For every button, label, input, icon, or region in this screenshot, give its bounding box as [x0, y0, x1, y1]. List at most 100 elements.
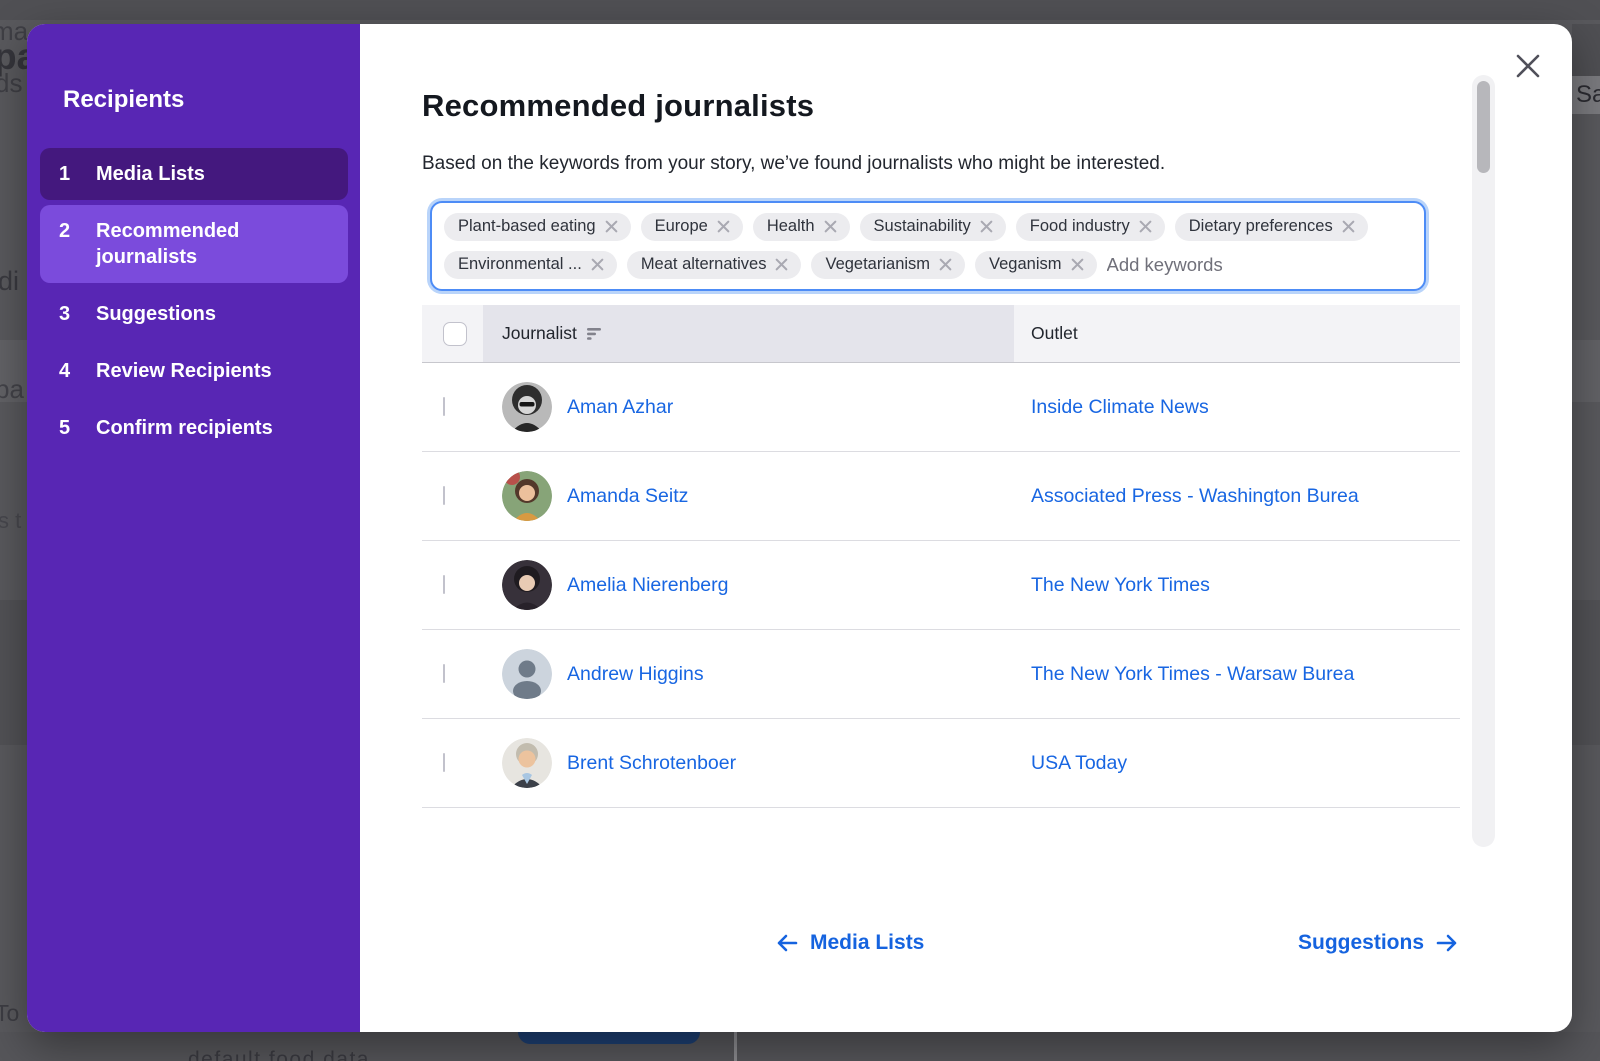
step-label: Media Lists [96, 161, 205, 187]
back-media-lists-button[interactable]: Media Lists [776, 931, 924, 955]
journalist-link[interactable]: Amelia Nierenberg [567, 574, 729, 597]
row-checkbox[interactable] [443, 486, 445, 505]
keyword-chip-label: Food industry [1030, 217, 1130, 236]
step-label: Recommended journalists [96, 218, 336, 270]
remove-keyword-icon[interactable] [775, 258, 788, 271]
background-band [0, 0, 1600, 20]
outlet-link[interactable]: USA Today [1031, 752, 1127, 774]
background-panel-divider [734, 1032, 737, 1061]
keyword-chip-label: Health [767, 217, 815, 236]
table-row: Aman Azhar Inside Climate News [422, 363, 1460, 452]
keyword-chip: Plant-based eating [444, 213, 631, 241]
step-number: 1 [59, 161, 81, 187]
journalist-header-label: Journalist [502, 323, 577, 344]
keyword-chip-label: Meat alternatives [641, 255, 767, 274]
next-button-label: Suggestions [1298, 931, 1424, 955]
table-header: Journalist Outlet [422, 305, 1460, 363]
step-label: Suggestions [96, 301, 216, 327]
remove-keyword-icon[interactable] [824, 220, 837, 233]
sidebar-title: Recipients [63, 86, 348, 114]
avatar [502, 382, 552, 432]
outlet-link[interactable]: The New York Times [1031, 574, 1210, 596]
background-save-button-fragment: Sa [1572, 76, 1600, 114]
row-checkbox[interactable] [443, 664, 445, 683]
avatar [502, 560, 552, 610]
keyword-chip: Health [753, 213, 850, 241]
arrow-right-icon [1436, 934, 1458, 952]
keyword-chip-label: Dietary preferences [1189, 217, 1333, 236]
sidebar-step-confirm-recipients[interactable]: 5 Confirm recipients [40, 402, 348, 454]
step-number: 2 [59, 218, 81, 270]
row-checkbox[interactable] [443, 397, 445, 416]
keyword-chip: Sustainability [860, 213, 1006, 241]
close-button[interactable] [1513, 51, 1543, 81]
step-number: 5 [59, 415, 81, 441]
background-text-fragment: To [0, 1000, 19, 1027]
keyword-chip: Food industry [1016, 213, 1165, 241]
outlet-link[interactable]: Inside Climate News [1031, 396, 1209, 418]
wizard-sidebar: Recipients 1 Media Lists 2 Recommended j… [27, 24, 360, 1032]
keyword-chip-label: Europe [655, 217, 708, 236]
sidebar-step-review-recipients[interactable]: 4 Review Recipients [40, 345, 348, 397]
step-number: 4 [59, 358, 81, 384]
remove-keyword-icon[interactable] [1342, 220, 1355, 233]
keyword-chip-label: Plant-based eating [458, 217, 596, 236]
arrow-left-icon [776, 934, 798, 952]
outlet-column-header: Outlet [1014, 305, 1460, 362]
keyword-chip-label: Sustainability [874, 217, 971, 236]
sidebar-step-media-lists[interactable]: 1 Media Lists [40, 148, 348, 200]
table-row: Andrew Higgins The New York Times - Wars… [422, 630, 1460, 719]
background-text-fragment: di [0, 266, 19, 297]
remove-keyword-icon[interactable] [1071, 258, 1084, 271]
keywords-field[interactable]: Plant-based eating Europe Health Sustain… [430, 201, 1426, 291]
background-primary-button-fragment [518, 1032, 700, 1044]
journalist-link[interactable]: Amanda Seitz [567, 485, 688, 508]
sidebar-step-suggestions[interactable]: 3 Suggestions [40, 288, 348, 340]
add-keywords-input[interactable] [1107, 251, 1413, 279]
remove-keyword-icon[interactable] [717, 220, 730, 233]
journalist-link[interactable]: Brent Schrotenboer [567, 752, 736, 775]
remove-keyword-icon[interactable] [605, 220, 618, 233]
keyword-chip-label: Veganism [989, 255, 1061, 274]
sidebar-step-recommended-journalists[interactable]: 2 Recommended journalists [40, 205, 348, 283]
journalist-link[interactable]: Aman Azhar [567, 396, 673, 419]
remove-keyword-icon[interactable] [591, 258, 604, 271]
journalists-table: Journalist Outlet [422, 305, 1460, 808]
journalist-link[interactable]: Andrew Higgins [567, 663, 704, 686]
keyword-chip: Environmental ... [444, 251, 617, 279]
table-row: Brent Schrotenboer USA Today [422, 719, 1460, 808]
row-checkbox[interactable] [443, 575, 445, 594]
journalist-column-header[interactable]: Journalist [483, 305, 1014, 362]
modal-scrollbar-track [1472, 75, 1495, 847]
step-label: Review Recipients [96, 358, 272, 384]
next-suggestions-button[interactable]: Suggestions [1298, 931, 1458, 955]
outlet-link[interactable]: Associated Press - Washington Burea [1031, 485, 1359, 507]
step-label: Confirm recipients [96, 415, 273, 441]
keyword-chip: Vegetarianism [811, 251, 965, 279]
background-text-fragment: default food data [188, 1048, 528, 1061]
remove-keyword-icon[interactable] [1139, 220, 1152, 233]
select-all-checkbox[interactable] [443, 322, 467, 346]
step-number: 3 [59, 301, 81, 327]
background-panel-edge [1572, 24, 1600, 76]
keyword-chip-label: Vegetarianism [825, 255, 930, 274]
keyword-chip: Meat alternatives [627, 251, 802, 279]
outlet-link[interactable]: The New York Times - Warsaw Burea [1031, 663, 1354, 685]
page-title: Recommended journalists [422, 88, 1572, 124]
avatar [502, 471, 552, 521]
remove-keyword-icon[interactable] [980, 220, 993, 233]
modal-main: Recommended journalists Based on the key… [360, 24, 1572, 1032]
background-text-fragment: ds [0, 68, 22, 99]
background-text-fragment: s t [0, 508, 21, 534]
modal-footer: Media Lists Suggestions [776, 928, 1458, 958]
recommended-journalists-modal: Recipients 1 Media Lists 2 Recommended j… [27, 24, 1572, 1032]
avatar [502, 738, 552, 788]
sort-icon [587, 326, 603, 341]
remove-keyword-icon[interactable] [939, 258, 952, 271]
close-icon [1515, 53, 1541, 79]
row-checkbox[interactable] [443, 753, 445, 772]
keyword-chip-label: Environmental ... [458, 255, 582, 274]
avatar-placeholder [502, 649, 552, 699]
table-row: Amanda Seitz Associated Press - Washingt… [422, 452, 1460, 541]
modal-scrollbar-thumb[interactable] [1477, 81, 1490, 173]
